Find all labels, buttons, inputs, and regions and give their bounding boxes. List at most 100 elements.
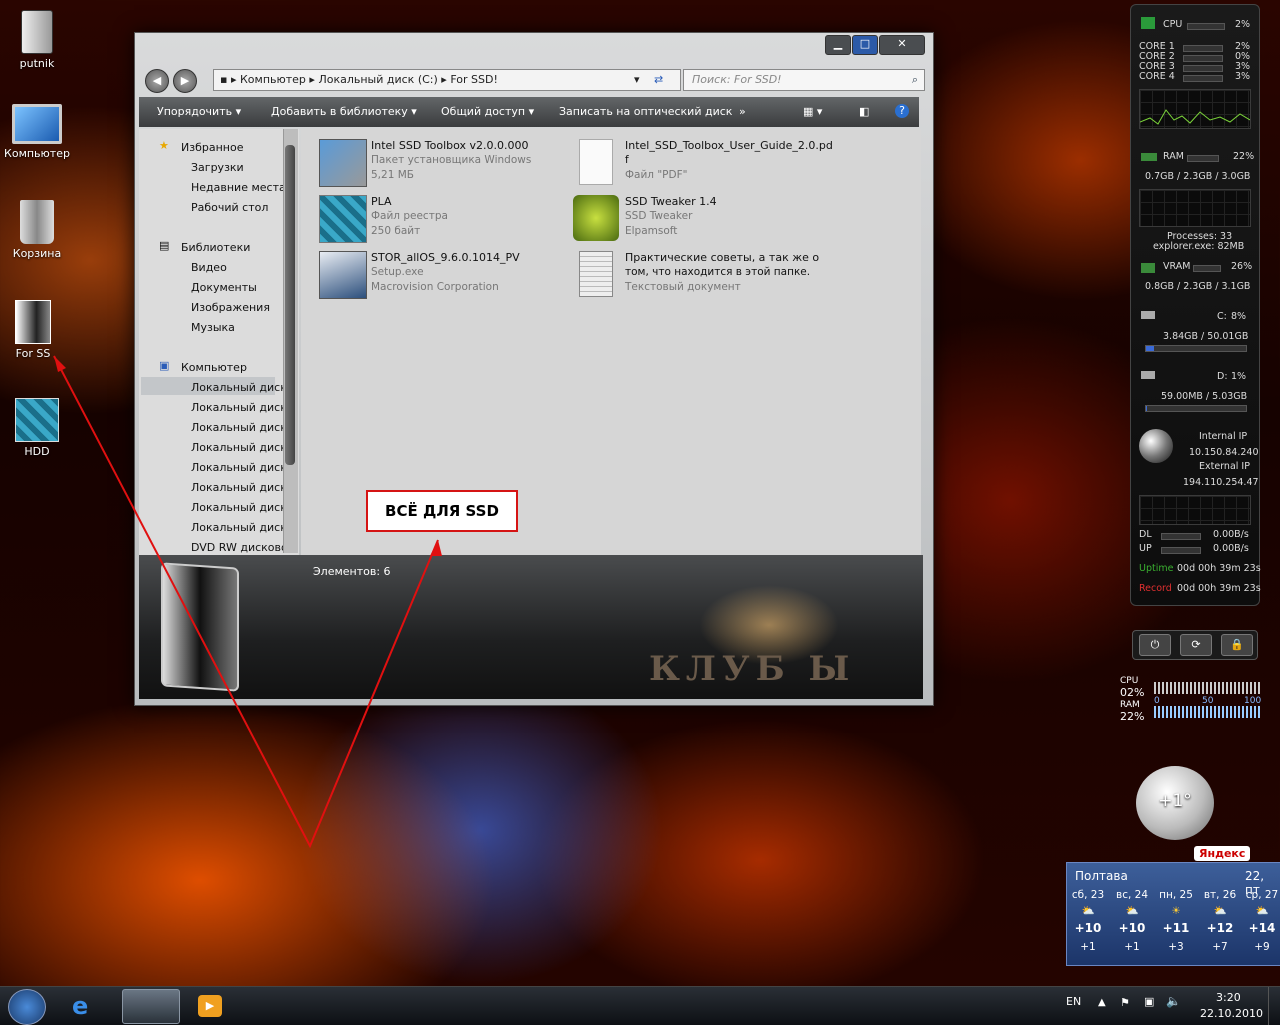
- vram-detail: 0.8GB / 2.3GB / 3.1GB: [1145, 281, 1251, 292]
- nav-libraries[interactable]: Библиотеки: [181, 241, 250, 254]
- ram-graph: [1139, 189, 1251, 227]
- lock-icon[interactable]: 🔒: [1221, 634, 1253, 656]
- desktop-icon-hdd[interactable]: HDD: [0, 398, 74, 458]
- search-icon[interactable]: ⌕: [912, 70, 918, 90]
- nav-dvd[interactable]: DVD RW дисково: [191, 541, 288, 554]
- view-icon[interactable]: ▦ ▾: [803, 105, 822, 118]
- search-placeholder: Поиск: For SSD!: [692, 73, 782, 86]
- pdf-file-icon: [579, 139, 613, 185]
- clock-date[interactable]: 22.10.2010: [1200, 1007, 1263, 1020]
- drive-c-bar: [1145, 345, 1247, 352]
- organize-button[interactable]: Упорядочить ▾: [157, 105, 241, 118]
- core-bar: [1183, 65, 1223, 72]
- network-icon[interactable]: ▣: [1144, 995, 1154, 1008]
- cpu-value: 2%: [1235, 19, 1251, 30]
- start-button[interactable]: [8, 989, 46, 1025]
- libraries-icon: ▤: [159, 239, 170, 252]
- file-item[interactable]: Intel_SSD_Toolbox_User_Guide_2.0.pd f Фа…: [573, 139, 833, 191]
- nav-scrollbar-thumb[interactable]: [285, 145, 295, 465]
- file-item[interactable]: Практические советы, а так же о том, что…: [573, 251, 819, 303]
- partly-cloudy-icon: ⛅: [1081, 905, 1095, 917]
- nav-video[interactable]: Видео: [191, 261, 227, 274]
- share-button[interactable]: Общий доступ ▾: [441, 105, 534, 118]
- folder-icon: ▪ ▸: [220, 73, 240, 86]
- ram-value: 22%: [1233, 151, 1255, 162]
- breadcrumb-computer[interactable]: Компьютер: [240, 73, 306, 86]
- taskbar: e ▶ EN ▲ ⚑ ▣ 🔈 3:20 22.10.2010: [0, 986, 1280, 1025]
- add-to-library-button[interactable]: Добавить в библиотеку ▾: [271, 105, 417, 118]
- file-item[interactable]: Intel SSD Toolbox v2.0.0.000 Пакет устан…: [319, 139, 559, 191]
- nav-favorites[interactable]: Избранное: [181, 141, 243, 154]
- nav-drive[interactable]: Локальный диск (: [191, 461, 295, 474]
- more-button[interactable]: »: [739, 105, 746, 118]
- setup-exe-icon: [319, 251, 367, 299]
- desktop-icon-computer[interactable]: Компьютер: [0, 104, 74, 160]
- ssd-tweaker-icon: [573, 195, 619, 241]
- nav-documents[interactable]: Документы: [191, 281, 257, 294]
- core-value: 3%: [1235, 71, 1251, 82]
- file-item[interactable]: STOR_allOS_9.6.0.1014_PV Setup.exe Macro…: [319, 251, 559, 303]
- folder-shortcut-icon: [15, 300, 51, 344]
- restart-icon[interactable]: ⟳: [1180, 634, 1212, 656]
- language-indicator[interactable]: EN: [1066, 995, 1081, 1008]
- maximize-button[interactable]: □: [852, 35, 878, 55]
- uptime-label: Uptime: [1139, 563, 1174, 574]
- preview-pane-icon[interactable]: ◧: [859, 105, 869, 118]
- nav-drive[interactable]: Локальный диск (: [191, 441, 295, 454]
- download-label: DL: [1139, 529, 1152, 540]
- clock-time[interactable]: 3:20: [1216, 991, 1241, 1004]
- file-item[interactable]: PLA Файл реестра 250 байт: [319, 195, 559, 247]
- nav-drive[interactable]: Локальный диск (: [191, 381, 295, 394]
- ram-chip-icon: [1141, 153, 1157, 161]
- yandex-logo: Яндекс: [1194, 846, 1251, 861]
- media-player-icon[interactable]: ▶: [198, 995, 222, 1017]
- forecast-day: вт, 26 ⛅ +12 +7: [1199, 889, 1241, 953]
- nav-drive[interactable]: Локальный диск (: [191, 421, 295, 434]
- annotation-label: ВСЁ ДЛЯ SSD: [366, 490, 518, 532]
- action-center-flag-icon[interactable]: ⚑: [1120, 996, 1130, 1009]
- show-desktop-button[interactable]: [1268, 987, 1280, 1025]
- desktop-icon-for-ss[interactable]: For SS: [0, 300, 70, 360]
- refresh-icon[interactable]: ⇄: [654, 70, 663, 90]
- search-input[interactable]: Поиск: For SSD! ⌕: [683, 69, 925, 91]
- nav-drive[interactable]: Локальный диск (: [191, 501, 295, 514]
- address-bar[interactable]: ▪ ▸ Компьютер ▸ Локальный диск (C:) ▸ Fo…: [213, 69, 681, 91]
- close-button[interactable]: ✕: [879, 35, 925, 55]
- back-button[interactable]: ◀: [145, 69, 169, 93]
- breadcrumb-drive[interactable]: Локальный диск (C:): [318, 73, 437, 86]
- nav-music[interactable]: Музыка: [191, 321, 235, 334]
- show-hidden-icons[interactable]: ▲: [1098, 997, 1106, 1008]
- explorer-taskbar-button[interactable]: [122, 989, 180, 1024]
- navigation-pane: ★ Избранное Загрузки Недавние места Рабо…: [139, 129, 299, 555]
- favorites-star-icon: ★: [159, 139, 169, 152]
- breadcrumb-folder[interactable]: For SSD!: [450, 73, 498, 86]
- help-icon[interactable]: ?: [895, 104, 909, 118]
- computer-small-icon: ▣: [159, 359, 170, 372]
- nav-pictures[interactable]: Изображения: [191, 301, 270, 314]
- forward-button[interactable]: ▶: [173, 69, 197, 93]
- nav-drive[interactable]: Локальный диск (: [191, 401, 295, 414]
- file-item[interactable]: SSD Tweaker 1.4 SSD Tweaker Elpamsoft: [573, 195, 813, 247]
- desktop-icon-label: Корзина: [12, 247, 62, 260]
- minimize-button[interactable]: ▁: [825, 35, 851, 55]
- meter-ram-value: 22%: [1120, 710, 1145, 723]
- power-icon[interactable]: ⏻: [1139, 634, 1171, 656]
- desktop-icon-putnik[interactable]: putnik: [0, 10, 74, 70]
- nav-desktop[interactable]: Рабочий стол: [191, 201, 268, 214]
- internet-explorer-icon[interactable]: e: [72, 993, 100, 1019]
- desktop-icon-recycle-bin[interactable]: Корзина: [0, 200, 74, 260]
- nav-downloads[interactable]: Загрузки: [191, 161, 244, 174]
- nav-recent[interactable]: Недавние места: [191, 181, 286, 194]
- core-bar: [1183, 55, 1223, 62]
- address-dropdown-icon[interactable]: ▾: [634, 70, 640, 90]
- item-count: Элементов: 6: [313, 565, 391, 578]
- desktop-icon-label: putnik: [19, 57, 55, 70]
- nav-drive[interactable]: Локальный диск (: [191, 521, 295, 534]
- upload-value: 0.00B/s: [1213, 543, 1249, 554]
- partly-cloudy-icon: ⛅: [1125, 905, 1139, 917]
- nav-drive[interactable]: Локальный диск (: [191, 481, 295, 494]
- nav-computer[interactable]: Компьютер: [181, 361, 247, 374]
- computer-icon: [12, 104, 62, 144]
- volume-icon[interactable]: 🔈: [1166, 994, 1181, 1008]
- burn-button[interactable]: Записать на оптический диск: [559, 105, 732, 118]
